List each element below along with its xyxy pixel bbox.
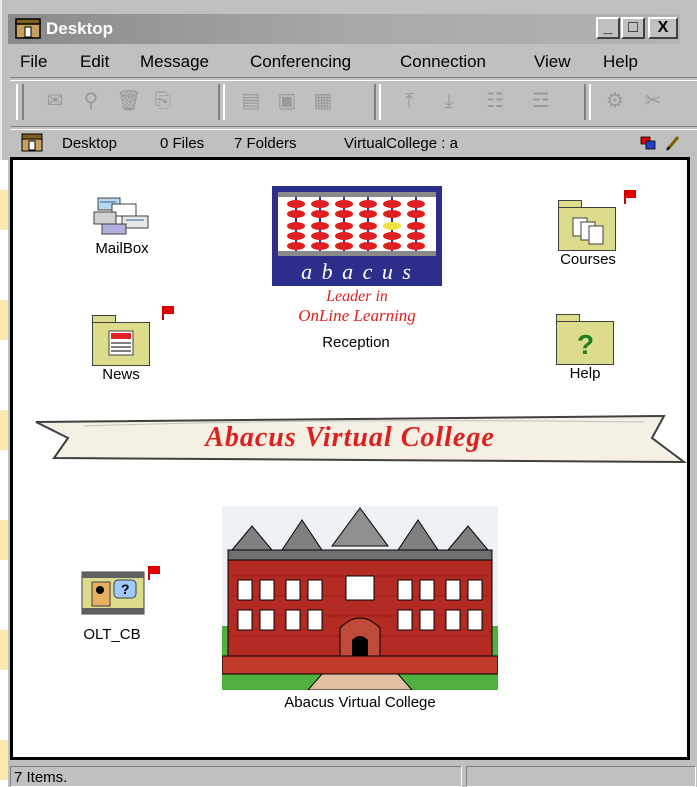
- status-text: 7 Items.: [14, 769, 68, 786]
- courses-icon[interactable]: [558, 207, 616, 251]
- menu-edit[interactable]: Edit: [80, 52, 109, 72]
- forward-icon[interactable]: ▦: [312, 90, 334, 112]
- abacus-wordmark: a b a c u s: [301, 259, 413, 284]
- find-icon[interactable]: ⚲: [80, 90, 102, 112]
- disconnect-icon[interactable]: ✂: [642, 90, 664, 112]
- olt-cb-label: OLT_CB: [83, 626, 141, 643]
- toolbar-grip[interactable]: [16, 84, 24, 120]
- reply-icon[interactable]: ▣: [276, 90, 298, 112]
- open-icon[interactable]: ⎘: [152, 90, 174, 112]
- logo-tagline-2: OnLine Learning: [298, 306, 416, 325]
- news-label: News: [102, 366, 140, 383]
- new-message-icon[interactable]: ✉: [44, 90, 66, 112]
- menu-view[interactable]: View: [534, 52, 571, 72]
- settings-icon[interactable]: ⚙: [604, 90, 626, 112]
- courses-flag-icon: [626, 190, 636, 198]
- news-icon[interactable]: [92, 322, 150, 366]
- upload-icon[interactable]: ⤒: [398, 90, 420, 112]
- help-label: Help: [569, 365, 601, 382]
- window-title: Desktop: [46, 19, 114, 38]
- svg-text:?: ?: [121, 581, 130, 597]
- toolbar-separator: [218, 84, 225, 120]
- menu-message[interactable]: Message: [140, 52, 209, 72]
- olt-cb-icon[interactable]: ?: [80, 570, 146, 616]
- svg-text:?: ?: [577, 329, 594, 360]
- college-building-image[interactable]: [221, 506, 499, 691]
- logo-tagline-1: Leader in: [326, 288, 388, 305]
- maximize-button[interactable]: □: [621, 17, 645, 39]
- toolbar-separator: [584, 84, 591, 120]
- close-button[interactable]: X: [648, 17, 678, 39]
- menu-help[interactable]: Help: [603, 52, 638, 72]
- courses-label: Courses: [560, 251, 616, 268]
- college-label: Abacus Virtual College: [284, 694, 436, 711]
- minimize-button[interactable]: _: [596, 17, 620, 39]
- file-count: 0 Files: [160, 135, 205, 152]
- news-flag-icon: [164, 306, 174, 314]
- path-location: Desktop: [62, 135, 118, 152]
- document-icon[interactable]: ▤: [240, 90, 262, 112]
- windows-icon[interactable]: [640, 136, 656, 150]
- download-icon[interactable]: ⤓: [438, 90, 460, 112]
- status-panel-secondary: [466, 766, 696, 787]
- menu-bar: [10, 48, 697, 76]
- background-stripe: [0, 160, 8, 787]
- mailbox-label: MailBox: [95, 240, 149, 257]
- toolbar: [10, 78, 697, 126]
- menu-connection[interactable]: Connection: [400, 52, 486, 72]
- title-bar-edge: [680, 14, 697, 44]
- help-folder-icon[interactable]: ?: [556, 321, 614, 365]
- delete-icon[interactable]: 🗑: [116, 90, 141, 112]
- server-path: VirtualCollege : a: [344, 135, 458, 152]
- desktop-icon: [20, 133, 44, 153]
- olt-cb-flag-icon: [150, 566, 160, 574]
- menu-conferencing[interactable]: Conferencing: [250, 52, 351, 72]
- banner-title: Abacus Virtual College: [205, 422, 495, 453]
- app-folder-icon: [14, 18, 42, 40]
- toolbar-separator: [374, 84, 381, 120]
- pencil-icon[interactable]: [664, 134, 682, 152]
- conference-icon[interactable]: ☲: [530, 90, 552, 112]
- chat-icon[interactable]: ☷: [484, 90, 506, 112]
- mailbox-icon[interactable]: [92, 194, 154, 238]
- reception-label: Reception: [322, 334, 390, 351]
- folder-count: 7 Folders: [234, 135, 297, 152]
- status-panel-main: [10, 766, 462, 787]
- menu-file[interactable]: File: [20, 52, 47, 72]
